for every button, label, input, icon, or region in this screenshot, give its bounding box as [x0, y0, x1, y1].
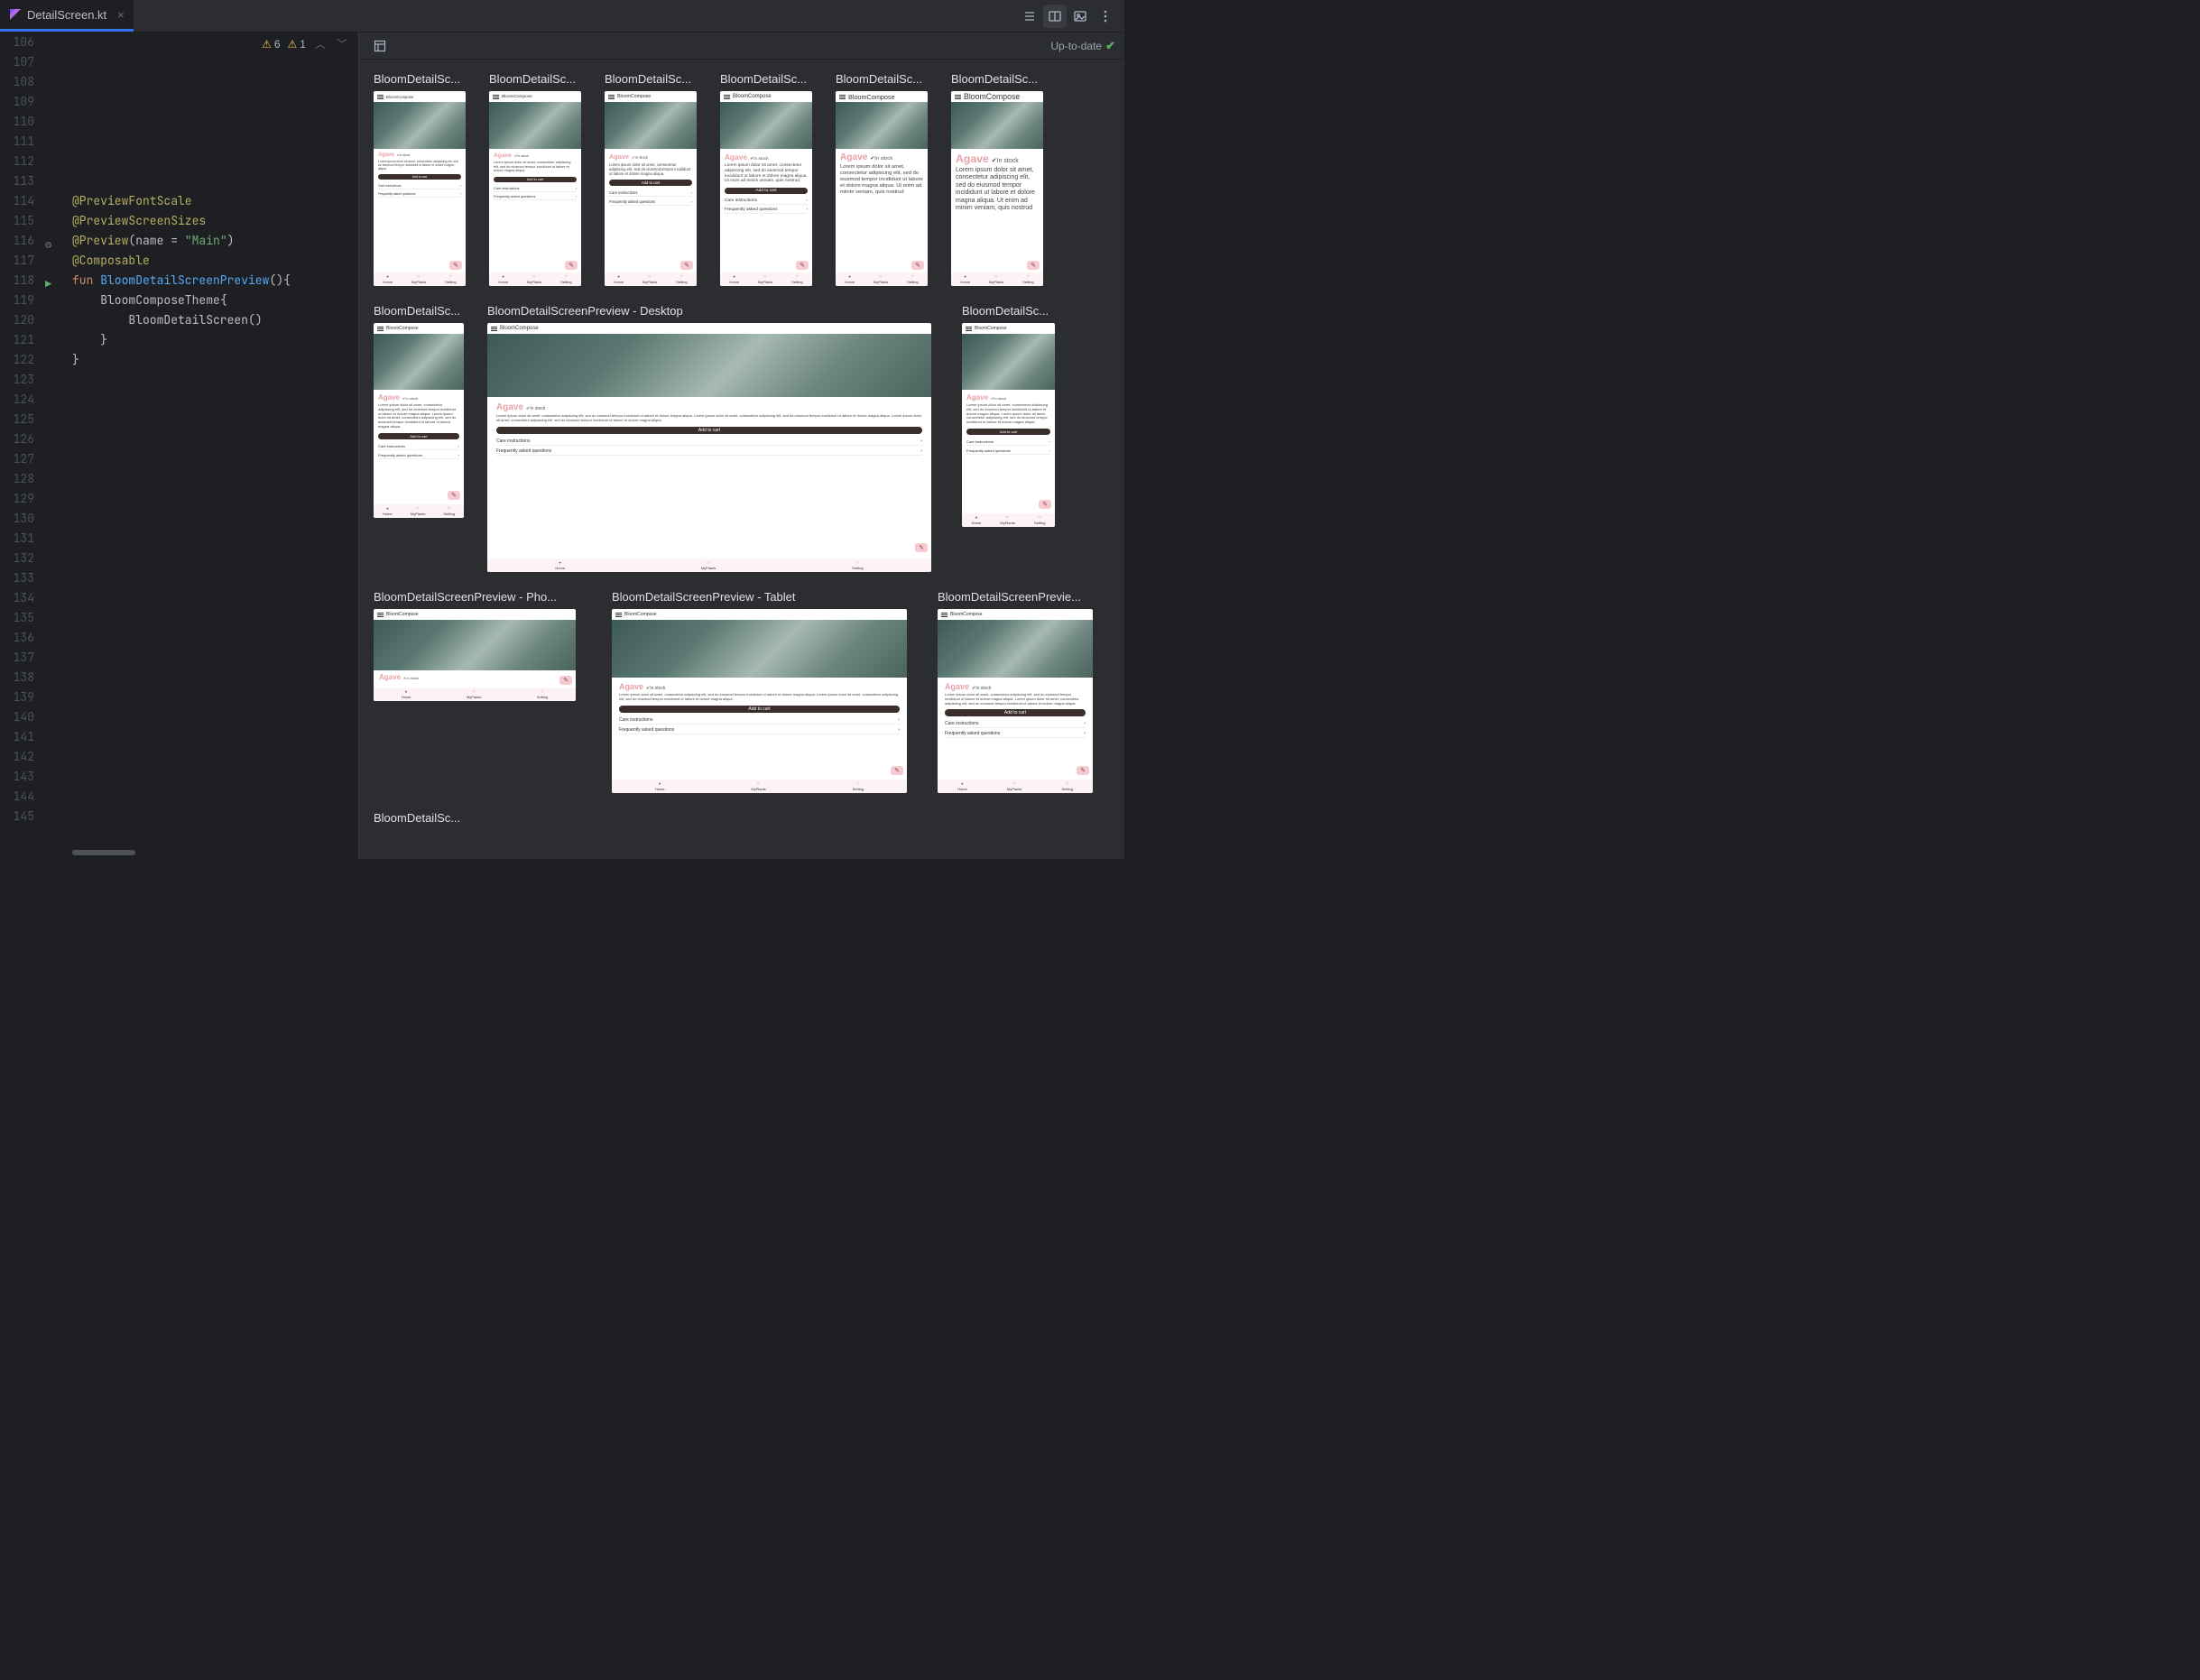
- tab-filename: DetailScreen.kt: [27, 8, 106, 22]
- preview-mock: BloomComposeAgave✔In stockLorem ipsum do…: [374, 323, 464, 518]
- check-icon: ✔: [1105, 39, 1115, 53]
- preview-label: BloomDetailSc...: [951, 72, 1043, 86]
- weak-warning-count[interactable]: ⚠6: [262, 38, 280, 51]
- preview-status: Up-to-date: [1050, 40, 1102, 52]
- preview-mock: BloomComposeAgave✔In stockLorem ipsum do…: [605, 91, 697, 286]
- preview-mock: BloomComposeAgave✔In stockLorem ipsum do…: [836, 91, 928, 286]
- preview-mock: BloomComposeAgave✔In stockLorem ipsum do…: [489, 91, 581, 286]
- compose-preview-pane: Up-to-date ✔ BloomDetailSc... BloomCompo…: [359, 32, 1124, 859]
- preview-item[interactable]: BloomDetailSc... BloomComposeAgave✔In st…: [489, 72, 581, 286]
- line-number-gutter: 1061071081091101111121131141151161171181…: [0, 32, 42, 848]
- gutter-icons: ⚙▶: [42, 32, 69, 848]
- preview-item[interactable]: BloomDetailSc... BloomComposeAgave✔In st…: [374, 72, 466, 286]
- preview-item[interactable]: BloomDetailScreenPrevie... BloomComposeA…: [938, 590, 1093, 793]
- code-text[interactable]: @PreviewFontScale@PreviewScreenSizes@Pre…: [69, 32, 358, 848]
- preview-item[interactable]: BloomDetailSc... BloomComposeAgave✔In st…: [962, 304, 1055, 527]
- preview-item[interactable]: BloomDetailSc... BloomComposeAgave✔In st…: [951, 72, 1043, 286]
- preview-item[interactable]: BloomDetailSc... BloomComposeAgave✔In st…: [605, 72, 697, 286]
- preview-mock: BloomComposeAgave✔In stock✎♥Home♡MyPlant…: [374, 609, 576, 701]
- preview-label: BloomDetailScreenPrevie...: [938, 590, 1093, 604]
- layout-toggle-button[interactable]: [368, 34, 392, 58]
- preview-label: BloomDetailSc...: [962, 304, 1055, 318]
- preview-label: BloomDetailSc...: [374, 72, 466, 86]
- more-options-button[interactable]: [1094, 5, 1117, 28]
- preview-mock: BloomComposeAgave✔In stockLorem ipsum do…: [938, 609, 1093, 793]
- code-editor-pane: ⚠6 ⚠1 ︿ ﹀ 106107108109110111112113114115…: [0, 32, 359, 859]
- next-highlight-button[interactable]: ﹀: [335, 36, 349, 51]
- preview-mock: BloomComposeAgave✔In stockLorem ipsum do…: [962, 323, 1055, 527]
- preview-label: BloomDetailScreenPreview - Pho...: [374, 590, 576, 604]
- preview-label: BloomDetailScreenPreview - Tablet: [612, 590, 907, 604]
- kotlin-file-icon: [9, 8, 22, 21]
- code-area[interactable]: 1061071081091101111121131141151161171181…: [0, 32, 358, 848]
- preview-toolbar: Up-to-date ✔: [359, 32, 1124, 60]
- preview-item[interactable]: BloomDetailScreenPreview - Desktop Bloom…: [487, 304, 931, 572]
- list-view-button[interactable]: [1018, 5, 1041, 28]
- run-gutter-icon[interactable]: ▶: [45, 274, 51, 294]
- prev-highlight-button[interactable]: ︿: [313, 36, 328, 51]
- preview-label: BloomDetailSc...: [374, 811, 466, 825]
- preview-item[interactable]: BloomDetailSc...: [374, 811, 466, 825]
- gear-icon[interactable]: ⚙: [45, 235, 51, 254]
- preview-item[interactable]: BloomDetailScreenPreview - Tablet BloomC…: [612, 590, 907, 793]
- design-view-button[interactable]: [1068, 5, 1092, 28]
- preview-mock: BloomComposeAgave✔In stockLorem ipsum do…: [612, 609, 907, 793]
- preview-mock: BloomComposeAgave✔In stockLorem ipsum do…: [951, 91, 1043, 286]
- preview-mock: BloomComposeAgave✔In stockLorem ipsum do…: [374, 91, 466, 286]
- preview-label: BloomDetailSc...: [489, 72, 581, 86]
- close-icon[interactable]: ×: [117, 8, 125, 22]
- preview-grid[interactable]: BloomDetailSc... BloomComposeAgave✔In st…: [359, 60, 1124, 859]
- editor-tab[interactable]: DetailScreen.kt ×: [0, 0, 134, 32]
- tab-bar: DetailScreen.kt ×: [0, 0, 1124, 32]
- preview-item[interactable]: BloomDetailSc... BloomComposeAgave✔In st…: [374, 304, 464, 518]
- preview-mock: BloomComposeAgave✔In stockLorem ipsum do…: [720, 91, 812, 286]
- preview-item[interactable]: BloomDetailScreenPreview - Pho... BloomC…: [374, 590, 576, 701]
- preview-label: BloomDetailScreenPreview - Desktop: [487, 304, 931, 318]
- preview-label: BloomDetailSc...: [605, 72, 697, 86]
- view-toolbar: [1018, 5, 1124, 28]
- preview-label: BloomDetailSc...: [374, 304, 464, 318]
- preview-label: BloomDetailSc...: [720, 72, 812, 86]
- preview-item[interactable]: BloomDetailSc... BloomComposeAgave✔In st…: [836, 72, 928, 286]
- warning-count[interactable]: ⚠1: [288, 38, 306, 51]
- preview-mock: BloomComposeAgave✔In stockLorem ipsum do…: [487, 323, 931, 572]
- preview-label: BloomDetailSc...: [836, 72, 928, 86]
- horizontal-scrollbar[interactable]: [72, 848, 286, 857]
- split-view-button[interactable]: [1043, 5, 1067, 28]
- inspection-bar: ⚠6 ⚠1 ︿ ﹀: [262, 36, 349, 51]
- preview-item[interactable]: BloomDetailSc... BloomComposeAgave✔In st…: [720, 72, 812, 286]
